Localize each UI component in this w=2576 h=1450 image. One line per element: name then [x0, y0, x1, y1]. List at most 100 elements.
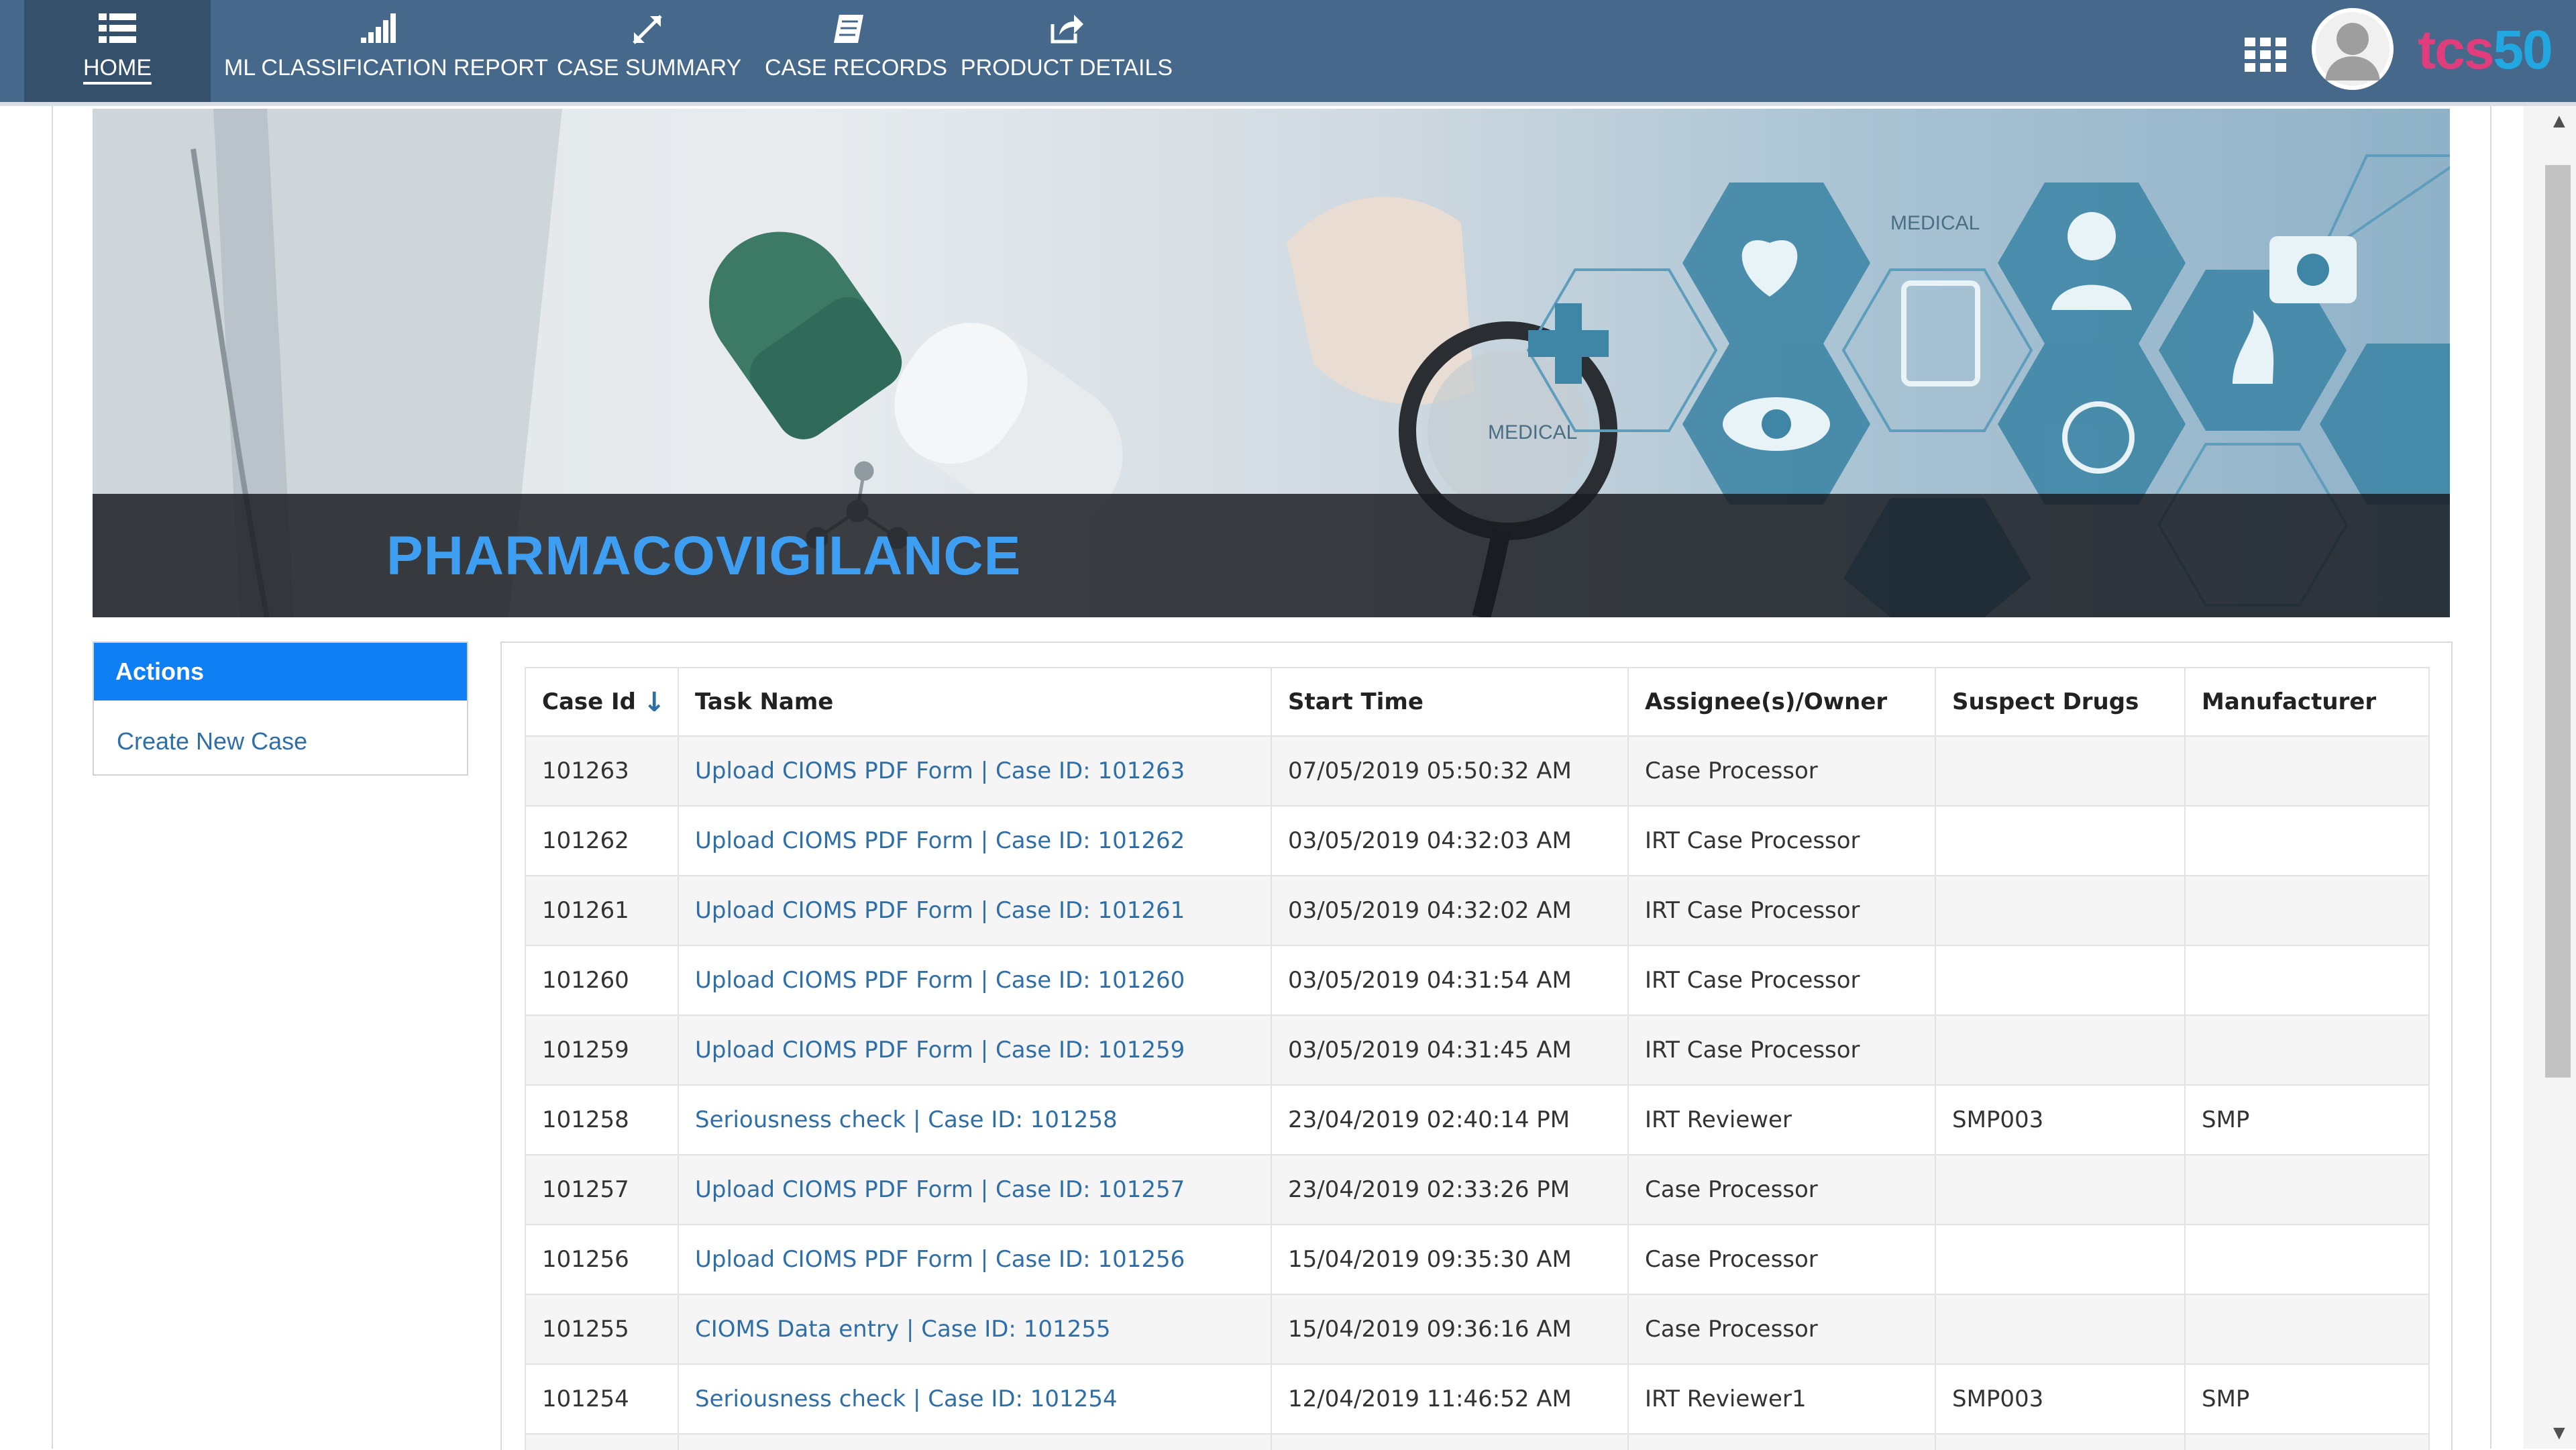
suspect-drugs-cell: SMP003 — [1935, 1084, 2186, 1155]
assignee-cell — [1627, 1433, 1936, 1450]
signal-bars-icon — [361, 13, 396, 43]
case-id-cell: 101260 — [525, 945, 679, 1016]
manufacturer-cell — [2184, 945, 2430, 1016]
top-navigation-bar: HOME ML CLASSIFICATION REPORT CASE SUMMA… — [0, 0, 2576, 106]
hex-label-medical-1: MEDICAL — [1890, 212, 1980, 234]
table-row: 101255 CIOMS Data entry | Case ID: 10125… — [525, 1294, 2430, 1365]
column-header-start-time[interactable]: Start Time — [1271, 667, 1629, 737]
suspect-drugs-cell — [1935, 1015, 2186, 1086]
task-name-link[interactable]: Seriousness check | Case ID: 101254 — [678, 1363, 1272, 1435]
assignee-cell: IRT Case Processor — [1627, 805, 1936, 876]
task-name-link[interactable]: Upload CIOMS PDF Form | Case ID: 101256 — [678, 1224, 1272, 1295]
table-row: 101257 Upload CIOMS PDF Form | Case ID: … — [525, 1154, 2430, 1225]
nav-case-summary[interactable]: CASE SUMMARY — [557, 0, 741, 102]
assignee-cell: IRT Reviewer1 — [1627, 1363, 1936, 1435]
manufacturer-cell — [2184, 1294, 2430, 1365]
start-time-cell: 07/05/2019 05:50:32 AM — [1271, 735, 1629, 807]
scrollbar-thumb[interactable] — [2545, 165, 2571, 1078]
suspect-drugs-cell — [1935, 1154, 2186, 1225]
column-header-assignee[interactable]: Assignee(s)/Owner — [1627, 667, 1936, 737]
vertical-scrollbar[interactable]: ▲ ▼ — [2524, 106, 2576, 1449]
suspect-drugs-cell — [1935, 805, 2186, 876]
nav-product-details-label: PRODUCT DETAILS — [960, 55, 1173, 81]
suspect-drugs-cell: SMP003 — [1935, 1363, 2186, 1435]
start-time-cell — [1271, 1433, 1629, 1450]
column-header-case-id[interactable]: Case Id ↓ — [525, 667, 679, 737]
expand-icon — [633, 15, 662, 44]
assignee-cell: IRT Case Processor — [1627, 945, 1936, 1016]
assignee-cell: IRT Case Processor — [1627, 875, 1936, 946]
task-name-link[interactable]: Seriousness check | Case ID: 101258 — [678, 1084, 1272, 1155]
case-id-cell: 101258 — [525, 1084, 679, 1155]
start-time-cell: 23/04/2019 02:33:26 PM — [1271, 1154, 1629, 1225]
banner-title: PHARMACOVIGILANCE — [386, 525, 1022, 586]
list-icon — [99, 13, 136, 43]
suspect-drugs-cell — [1935, 1433, 2186, 1450]
hex-label-medical-2: MEDICAL — [1488, 421, 1577, 444]
assignee-cell: Case Processor — [1627, 1294, 1936, 1365]
task-name-link[interactable] — [678, 1433, 1272, 1450]
pharmacovigilance-banner: MEDICAL MEDICAL PHARMACOVIGILANCE — [93, 109, 2450, 617]
scroll-up-arrow-icon[interactable]: ▲ — [2549, 110, 2569, 133]
case-id-cell — [525, 1433, 679, 1450]
manufacturer-cell: SMP — [2184, 1084, 2430, 1155]
column-header-suspect-drugs[interactable]: Suspect Drugs — [1935, 667, 2186, 737]
column-header-manufacturer[interactable]: Manufacturer — [2184, 667, 2430, 737]
nav-ml-classification-report[interactable]: ML CLASSIFICATION REPORT — [224, 0, 549, 102]
suspect-drugs-cell — [1935, 1294, 2186, 1365]
column-header-task-name[interactable]: Task Name — [678, 667, 1272, 737]
assignee-cell: Case Processor — [1627, 1224, 1936, 1295]
nav-home[interactable]: HOME — [24, 0, 211, 102]
table-row: 101261 Upload CIOMS PDF Form | Case ID: … — [525, 875, 2430, 946]
task-name-link[interactable]: Upload CIOMS PDF Form | Case ID: 101261 — [678, 875, 1272, 946]
case-id-cell: 101263 — [525, 735, 679, 807]
table-row: 101259 Upload CIOMS PDF Form | Case ID: … — [525, 1015, 2430, 1086]
page-frame-left — [52, 106, 53, 1449]
start-time-cell: 15/04/2019 09:35:30 AM — [1271, 1224, 1629, 1295]
table-row: 101262 Upload CIOMS PDF Form | Case ID: … — [525, 805, 2430, 876]
table-row: 101258 Seriousness check | Case ID: 1012… — [525, 1084, 2430, 1155]
user-avatar[interactable] — [2312, 8, 2394, 90]
table-row: 101260 Upload CIOMS PDF Form | Case ID: … — [525, 945, 2430, 1016]
manufacturer-cell — [2184, 735, 2430, 807]
assignee-cell: IRT Reviewer — [1627, 1084, 1936, 1155]
manufacturer-cell — [2184, 1224, 2430, 1295]
case-id-cell: 101261 — [525, 875, 679, 946]
share-icon — [1051, 15, 1083, 44]
user-silhouette-icon — [2312, 8, 2394, 90]
start-time-cell: 03/05/2019 04:31:54 AM — [1271, 945, 1629, 1016]
scroll-down-arrow-icon[interactable]: ▼ — [2549, 1422, 2569, 1445]
case-id-cell: 101259 — [525, 1015, 679, 1086]
task-name-link[interactable]: Upload CIOMS PDF Form | Case ID: 101260 — [678, 945, 1272, 1016]
tcs-50-logo: tcs50 — [2418, 19, 2553, 81]
page-frame-right — [2490, 106, 2491, 1449]
suspect-drugs-cell — [1935, 945, 2186, 1016]
task-name-link[interactable]: Upload CIOMS PDF Form | Case ID: 101259 — [678, 1015, 1272, 1086]
task-name-link[interactable]: CIOMS Data entry | Case ID: 101255 — [678, 1294, 1272, 1365]
manufacturer-cell — [2184, 875, 2430, 946]
table-row — [525, 1433, 2430, 1450]
nav-case-records[interactable]: CASE RECORDS — [765, 0, 947, 102]
apps-grid-icon[interactable] — [2245, 38, 2286, 72]
start-time-cell: 03/05/2019 04:31:45 AM — [1271, 1015, 1629, 1086]
task-name-link[interactable]: Upload CIOMS PDF Form | Case ID: 101257 — [678, 1154, 1272, 1225]
suspect-drugs-cell — [1935, 1224, 2186, 1295]
table-header-row: Case Id ↓ Task Name Start Time Assignee(s… — [525, 667, 2430, 737]
table-row: 101256 Upload CIOMS PDF Form | Case ID: … — [525, 1224, 2430, 1295]
start-time-cell: 12/04/2019 11:46:52 AM — [1271, 1363, 1629, 1435]
nav-product-details[interactable]: PRODUCT DETAILS — [959, 0, 1174, 102]
create-new-case-link[interactable]: Create New Case — [117, 727, 307, 756]
cases-table-panel: Case Id ↓ Task Name Start Time Assignee(s… — [500, 641, 2453, 1450]
table-row: 101254 Seriousness check | Case ID: 1012… — [525, 1363, 2430, 1435]
assignee-cell: IRT Case Processor — [1627, 1015, 1936, 1086]
assignee-cell: Case Processor — [1627, 1154, 1936, 1225]
manufacturer-cell — [2184, 1433, 2430, 1450]
table-row: 101263 Upload CIOMS PDF Form | Case ID: … — [525, 735, 2430, 807]
suspect-drugs-cell — [1935, 735, 2186, 807]
task-name-link[interactable]: Upload CIOMS PDF Form | Case ID: 101263 — [678, 735, 1272, 807]
suspect-drugs-cell — [1935, 875, 2186, 946]
nav-ml-label: ML CLASSIFICATION REPORT — [224, 55, 549, 81]
case-id-cell: 101255 — [525, 1294, 679, 1365]
sort-descending-icon[interactable]: ↓ — [643, 687, 665, 718]
task-name-link[interactable]: Upload CIOMS PDF Form | Case ID: 101262 — [678, 805, 1272, 876]
